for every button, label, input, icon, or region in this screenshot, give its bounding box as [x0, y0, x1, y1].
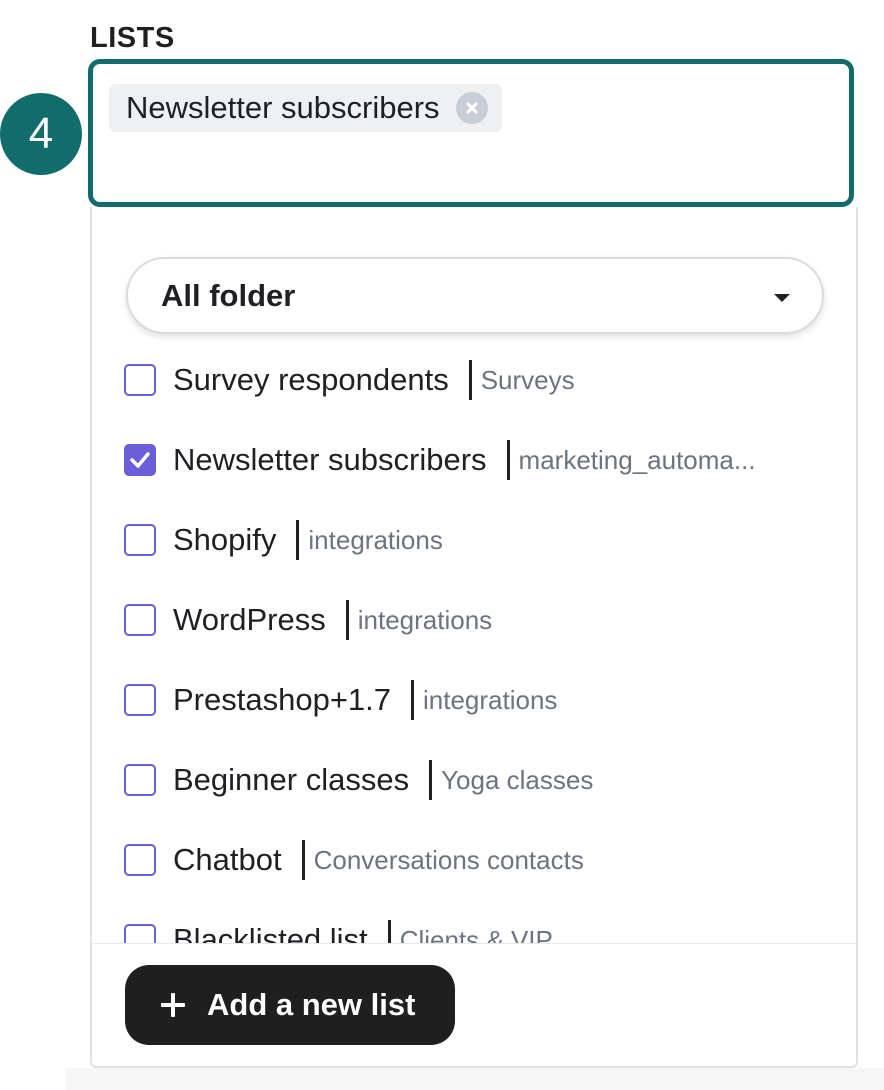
add-new-list-button[interactable]: Add a new list — [125, 965, 455, 1045]
list-item-folder: Surveys — [480, 364, 575, 395]
list-item-folder: Conversations contacts — [313, 844, 584, 875]
list-item-name: Prestashop+1.7 — [173, 682, 392, 717]
list-item[interactable]: Survey respondents Surveys — [124, 360, 824, 400]
separator — [411, 680, 415, 720]
step-number-badge: 4 — [0, 93, 82, 175]
list-options[interactable]: Survey respondents Surveys Newsletter su… — [92, 347, 856, 943]
list-item[interactable]: Prestashop+1.7 integrations — [124, 680, 824, 720]
separator — [345, 600, 349, 640]
list-item[interactable]: Blacklisted list Clients & VIP — [124, 920, 824, 943]
separator — [387, 920, 391, 943]
list-item-name: WordPress — [173, 602, 326, 637]
separator — [506, 440, 510, 480]
checkbox[interactable] — [124, 764, 156, 796]
page-background-strip — [66, 1068, 884, 1090]
caret-down-icon — [774, 294, 790, 302]
separator — [468, 360, 472, 400]
lists-dropdown-panel: All folder Survey respondents Surveys Ne… — [90, 207, 858, 1068]
checkbox[interactable] — [124, 604, 156, 636]
list-item-folder: integrations — [308, 524, 443, 555]
list-item-name: Shopify — [173, 522, 277, 557]
list-item[interactable]: Shopify integrations — [124, 520, 824, 560]
list-item[interactable]: WordPress integrations — [124, 600, 824, 640]
list-item-folder: Clients & VIP — [399, 924, 553, 944]
list-item-folder: Yoga classes — [441, 764, 594, 795]
list-item-name: Blacklisted list — [173, 922, 368, 943]
list-item-name: Newsletter subscribers — [173, 442, 487, 477]
checkbox[interactable] — [124, 524, 156, 556]
separator — [296, 520, 300, 560]
list-item[interactable]: Chatbot Conversations contacts — [124, 840, 824, 880]
selected-list-chip: Newsletter subscribers — [109, 84, 502, 132]
list-item[interactable]: Beginner classes Yoga classes — [124, 760, 824, 800]
plus-icon — [161, 993, 185, 1017]
checkbox[interactable] — [124, 364, 156, 396]
checkbox-checked[interactable] — [124, 444, 156, 476]
list-item[interactable]: Newsletter subscribers marketing_automa.… — [124, 440, 824, 480]
checkbox[interactable] — [124, 924, 156, 943]
list-item-name: Survey respondents — [173, 362, 449, 397]
folder-select[interactable]: All folder — [126, 257, 824, 334]
close-circle-icon[interactable] — [455, 92, 488, 124]
folder-select-value: All folder — [161, 277, 296, 313]
add-new-list-label: Add a new list — [207, 987, 416, 1022]
separator — [429, 760, 433, 800]
check-icon — [130, 452, 150, 468]
list-item-folder: integrations — [423, 684, 558, 715]
footer-divider — [92, 943, 856, 944]
list-item-folder: integrations — [357, 604, 493, 635]
lists-label: LISTS — [90, 22, 175, 54]
list-item-folder: marketing_automa... — [518, 444, 756, 475]
list-item-name: Beginner classes — [173, 762, 410, 797]
selected-list-chip-label: Newsletter subscribers — [126, 90, 440, 125]
list-item-name: Chatbot — [173, 842, 282, 877]
checkbox[interactable] — [124, 844, 156, 876]
checkbox[interactable] — [124, 684, 156, 716]
separator — [301, 840, 305, 880]
lists-select-field[interactable]: Newsletter subscribers — [88, 59, 854, 207]
